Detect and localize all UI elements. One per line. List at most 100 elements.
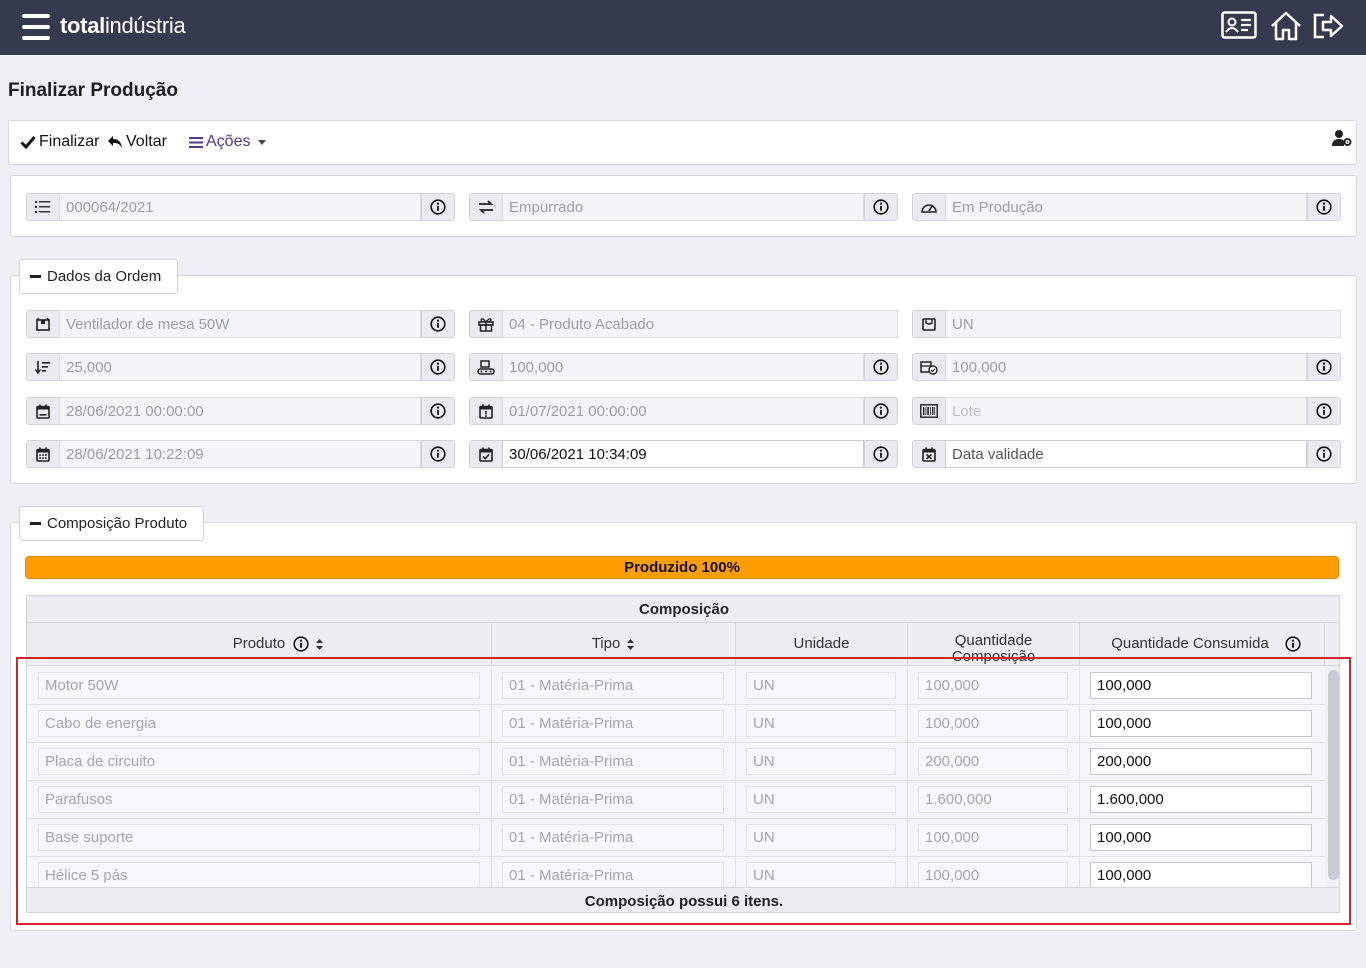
lote-input[interactable]: Lote (945, 397, 1307, 425)
top-navbar: totalindústria (0, 0, 1366, 55)
quantidade-produzida-field: 100,000 (469, 353, 898, 381)
data-fim-prevista-input[interactable]: 01/07/2021 00:00:00 (502, 397, 864, 425)
quantidade-ordem-input[interactable]: 25,000 (59, 353, 421, 381)
info-icon[interactable] (864, 353, 898, 381)
unidade-cell[interactable]: UN (746, 862, 896, 889)
qtd-consumida-input[interactable]: 1.600,000 (1090, 786, 1312, 813)
dados-ordem-toggle[interactable]: Dados da Ordem (19, 259, 179, 294)
quantidade-produzida-input[interactable]: 100,000 (502, 353, 864, 381)
produto-cell[interactable]: Placa de circuito (38, 748, 480, 775)
produto-cell[interactable]: Motor 50W (38, 672, 480, 699)
tipo-cell[interactable]: 01 - Matéria-Prima (502, 710, 724, 737)
box-check-icon (912, 353, 946, 381)
qtd-composicao-cell[interactable]: 100,000 (918, 862, 1068, 889)
info-icon[interactable] (421, 440, 455, 468)
info-icon[interactable] (421, 310, 455, 338)
grid-title: Composição (27, 596, 1339, 623)
dados-ordem-legend: Dados da Ordem (47, 268, 162, 285)
app-logo[interactable]: totalindústria (60, 13, 186, 39)
column-label: Tipo (591, 635, 621, 652)
table-row: Cabo de energia 01 - Matéria-Prima UN 10… (27, 705, 1325, 743)
qtd-composicao-cell[interactable]: 100,000 (918, 710, 1068, 737)
info-icon[interactable] (864, 440, 898, 468)
info-icon[interactable] (1285, 636, 1301, 652)
table-row: Placa de circuito 01 - Matéria-Prima UN … (27, 743, 1325, 781)
tipo-cell[interactable]: 01 - Matéria-Prima (502, 672, 724, 699)
voltar-button[interactable]: Voltar (107, 133, 167, 151)
produto-cell[interactable]: Base suporte (38, 824, 480, 851)
ordem-numero-input[interactable]: 000064/2021 (59, 193, 421, 221)
unidade-cell[interactable]: UN (746, 748, 896, 775)
qtd-composicao-cell[interactable]: 1.600,000 (918, 786, 1068, 813)
box-icon (26, 310, 60, 338)
column-header-tipo[interactable]: Tipo (492, 623, 736, 666)
qtd-consumida-input[interactable]: 100,000 (1090, 710, 1312, 737)
tipo-produto-input[interactable]: 04 - Produto Acabado (502, 310, 898, 338)
composicao-toggle[interactable]: Composição Produto (19, 506, 205, 541)
page-title: Finalizar Produção (8, 80, 178, 101)
logout-icon[interactable] (1311, 11, 1347, 43)
unidade-cell[interactable]: UN (746, 786, 896, 813)
tipo-produto-field: 04 - Produto Acabado (469, 310, 898, 338)
menu-icon[interactable] (22, 14, 50, 40)
user-settings-icon[interactable] (1332, 129, 1352, 151)
column-header-qtd-composicao[interactable]: Quantidade Composição (908, 623, 1080, 666)
produto-cell[interactable]: Cabo de energia (38, 710, 480, 737)
tipo-cell[interactable]: 01 - Matéria-Prima (502, 786, 724, 813)
column-header-qtd-consumida[interactable]: Quantidade Consumida (1080, 623, 1325, 666)
column-header-produto[interactable]: Produto (27, 623, 492, 666)
info-icon[interactable] (864, 397, 898, 425)
data-inicio-prevista-input[interactable]: 28/06/2021 00:00:00 (59, 397, 421, 425)
finalizar-button[interactable]: Finalizar (20, 133, 99, 151)
unidade-cell[interactable]: UN (746, 824, 896, 851)
acoes-dropdown[interactable]: Ações (189, 133, 267, 151)
composicao-legend: Composição Produto (47, 515, 188, 532)
qtd-composicao-cell[interactable]: 100,000 (918, 672, 1068, 699)
column-header-unidade[interactable]: Unidade (736, 623, 908, 666)
produto-input[interactable]: Ventilador de mesa 50W (59, 310, 421, 338)
home-icon[interactable] (1269, 11, 1305, 43)
status-input[interactable]: Em Produção (945, 193, 1307, 221)
tipo-cell[interactable]: 01 - Matéria-Prima (502, 862, 724, 889)
info-icon[interactable] (1307, 353, 1341, 381)
column-header-spacer (1325, 623, 1339, 666)
info-icon[interactable] (1307, 397, 1341, 425)
qtd-consumida-input[interactable]: 100,000 (1090, 824, 1312, 851)
unidade-cell[interactable]: UN (746, 672, 896, 699)
tipo-cell[interactable]: 01 - Matéria-Prima (502, 824, 724, 851)
qtd-consumida-input[interactable]: 100,000 (1090, 672, 1312, 699)
info-icon[interactable] (1307, 193, 1341, 221)
minus-icon (30, 275, 41, 278)
qtd-composicao-cell[interactable]: 200,000 (918, 748, 1068, 775)
info-icon[interactable] (293, 636, 309, 652)
tipo-ordem-input[interactable]: Empurrado (502, 193, 864, 221)
unidade-input[interactable]: UN (945, 310, 1341, 338)
data-fim-real-input[interactable]: 30/06/2021 10:34:09 (502, 440, 864, 468)
sort-icon[interactable] (626, 638, 635, 651)
info-icon[interactable] (1307, 440, 1341, 468)
produto-cell[interactable]: Hélice 5 pás (38, 862, 480, 889)
composicao-grid: Composição Produto Tipo Unidade Quantida… (26, 595, 1340, 913)
sort-icon[interactable] (315, 638, 324, 651)
logo-light-text: indústria (104, 13, 186, 38)
qtd-consumida-input[interactable]: 100,000 (1090, 862, 1312, 889)
produto-cell[interactable]: Parafusos (38, 786, 480, 813)
qtd-composicao-cell[interactable]: 100,000 (918, 824, 1068, 851)
sort-amount-icon (26, 353, 60, 381)
tipo-cell[interactable]: 01 - Matéria-Prima (502, 748, 724, 775)
info-icon[interactable] (421, 193, 455, 221)
calendar-check-icon (469, 440, 503, 468)
info-icon[interactable] (421, 397, 455, 425)
unidade-cell[interactable]: UN (746, 710, 896, 737)
grid-scrollbar-thumb[interactable] (1328, 670, 1339, 880)
table-row: Base suporte 01 - Matéria-Prima UN 100,0… (27, 819, 1325, 857)
data-inicio-real-input[interactable]: 28/06/2021 10:22:09 (59, 440, 421, 468)
qtd-consumida-input[interactable]: 200,000 (1090, 748, 1312, 775)
data-validade-input[interactable]: Data validade (945, 440, 1307, 468)
quantidade-ordem-field: 25,000 (26, 353, 455, 381)
id-card-icon[interactable] (1221, 11, 1257, 43)
quantidade-total-input[interactable]: 100,000 (945, 353, 1307, 381)
unidade-field: UN (912, 310, 1341, 338)
info-icon[interactable] (864, 193, 898, 221)
info-icon[interactable] (421, 353, 455, 381)
